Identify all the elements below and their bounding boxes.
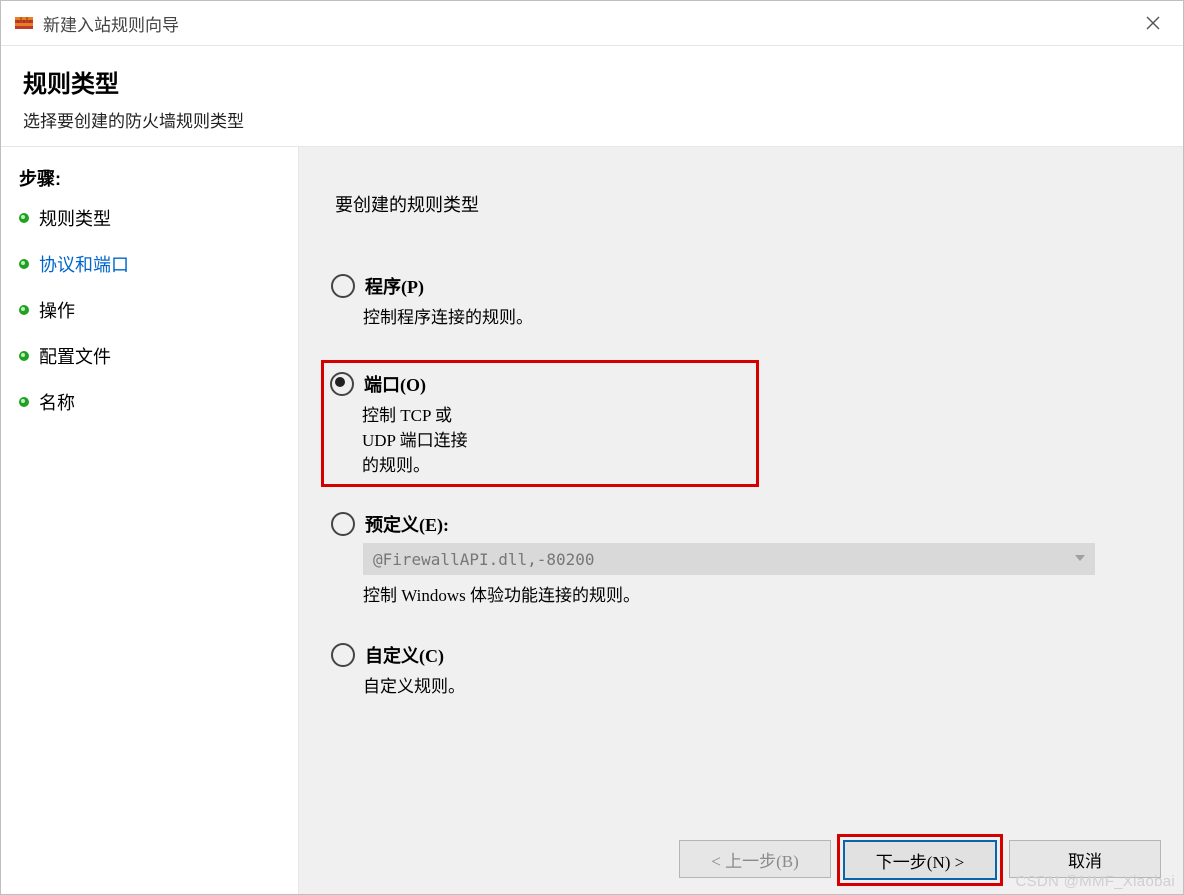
back-button: < 上一步(B) <box>679 840 831 878</box>
window-title: 新建入站规则向导 <box>43 11 179 36</box>
step-label: 操作 <box>39 297 75 323</box>
radio-program[interactable] <box>331 274 355 298</box>
option-desc: 控制 Windows 体验功能连接的规则。 <box>363 581 1161 606</box>
option-predefined[interactable]: 预定义(E): @FirewallAPI.dll,-80200 控制 Windo… <box>331 507 1161 612</box>
chevron-down-icon <box>1075 555 1085 561</box>
step-label: 名称 <box>39 389 75 415</box>
watermark: CSDN @MMF_Xiaobai <box>1015 873 1175 890</box>
step-action[interactable]: 操作 <box>19 297 288 323</box>
page-header: 规则类型 选择要创建的防火墙规则类型 <box>1 46 1183 147</box>
option-custom[interactable]: 自定义(C) 自定义规则。 <box>331 638 1161 703</box>
close-icon <box>1146 16 1160 30</box>
main-panel: 要创建的规则类型 程序(P) 控制程序连接的规则。 端口(O) 控制 TCP 或… <box>299 147 1183 894</box>
predefined-combo: @FirewallAPI.dll,-80200 <box>363 543 1095 575</box>
step-label: 规则类型 <box>39 205 111 231</box>
step-label: 协议和端口 <box>39 251 129 277</box>
radio-predefined[interactable] <box>331 512 355 536</box>
option-label: 程序(P) <box>365 273 424 299</box>
bullet-icon <box>19 259 29 269</box>
page-subtitle: 选择要创建的防火墙规则类型 <box>23 107 1161 132</box>
option-program[interactable]: 程序(P) 控制程序连接的规则。 <box>331 269 1161 334</box>
radio-port[interactable] <box>330 372 354 396</box>
question-label: 要创建的规则类型 <box>335 191 1161 217</box>
option-label: 自定义(C) <box>365 642 444 668</box>
wizard-window: 新建入站规则向导 规则类型 选择要创建的防火墙规则类型 步骤: 规则类型 协议和… <box>0 0 1184 895</box>
option-desc: 自定义规则。 <box>363 672 1161 697</box>
bullet-icon <box>19 397 29 407</box>
rule-type-options: 程序(P) 控制程序连接的规则。 端口(O) 控制 TCP 或 UDP 端口连接… <box>331 269 1161 729</box>
step-name[interactable]: 名称 <box>19 389 288 415</box>
radio-custom[interactable] <box>331 643 355 667</box>
option-port[interactable]: 端口(O) 控制 TCP 或 UDP 端口连接的规则。 <box>321 360 759 487</box>
bullet-icon <box>19 213 29 223</box>
bullet-icon <box>19 305 29 315</box>
page-title: 规则类型 <box>23 64 1161 99</box>
option-desc: 控制 TCP 或 UDP 端口连接的规则。 <box>362 401 476 476</box>
firewall-icon <box>15 14 33 32</box>
combo-value: @FirewallAPI.dll,-80200 <box>373 550 595 569</box>
step-rule-type[interactable]: 规则类型 <box>19 205 288 231</box>
steps-heading: 步骤: <box>19 165 288 191</box>
option-desc: 控制程序连接的规则。 <box>363 303 1161 328</box>
wizard-body: 步骤: 规则类型 协议和端口 操作 配置文件 名称 要创 <box>1 147 1183 894</box>
option-label: 端口(O) <box>364 371 426 397</box>
step-label: 配置文件 <box>39 343 111 369</box>
option-label: 预定义(E): <box>365 511 449 537</box>
bullet-icon <box>19 351 29 361</box>
step-profile[interactable]: 配置文件 <box>19 343 288 369</box>
steps-sidebar: 步骤: 规则类型 协议和端口 操作 配置文件 名称 <box>1 147 299 894</box>
titlebar: 新建入站规则向导 <box>1 1 1183 46</box>
step-protocol-port[interactable]: 协议和端口 <box>19 251 288 277</box>
close-button[interactable] <box>1131 1 1175 45</box>
next-button[interactable]: 下一步(N) > <box>843 840 997 880</box>
